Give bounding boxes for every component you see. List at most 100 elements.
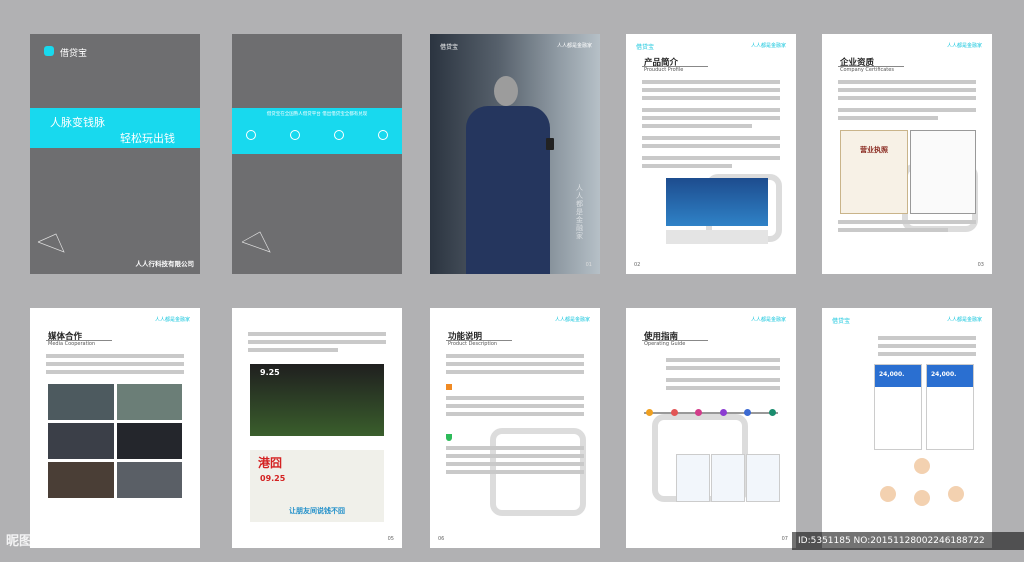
poster-2: 港囧 09.25 让朋友间说钱不囧 [250,450,384,522]
avatar [880,486,896,502]
body-text [666,366,780,370]
body-text [248,340,386,344]
cover-slogan-1: 人脉变钱脉 [50,116,105,129]
avatar [914,458,930,474]
avatar [914,490,930,506]
page-title-en: Operating Guide [644,341,686,347]
credit-page: 借贷宝 人人都是金融家 24,000. 24,000. [822,308,992,548]
header-logo: 借贷宝 [636,44,655,51]
page-title-en: Product Description [448,341,498,347]
catalog-preview: { "cover": {"logo": "借贷宝", "slogan1": "人… [0,0,1024,562]
photo-header-right: 人人都是金融家 [556,43,592,49]
poster-1-date: 9.25 [260,368,280,377]
header-right: 人人都是金融家 [154,317,190,323]
site-watermark: 昵图网 www.nipic.com [6,534,160,549]
page-title-en: Prouduct Profile [644,67,684,73]
license-title: 营业执照 [860,146,888,154]
photo-logo: 借贷宝 [440,44,459,51]
media-photo [116,384,182,420]
page-number: 07 [781,536,788,542]
body-text [46,370,184,374]
cert-caption [838,220,976,224]
media-page: 人人都是金融家 媒体合作 Media Cooperation [30,308,200,548]
event-caption [666,230,768,244]
header-right: 人人都是金融家 [750,43,786,49]
body-text [878,336,976,340]
avatar [948,486,964,502]
event-photo [666,178,768,226]
business-license: 营业执照 [840,130,908,214]
body-text [46,362,184,366]
constellation-icon [241,231,271,253]
businessman-suit [466,106,550,274]
credit-amount: 24,000. [931,371,957,378]
body-text [46,354,184,358]
body-text [446,446,584,450]
poster-2-banner: 让朋友间说钱不囧 [289,507,345,515]
page-number: 06 [438,536,445,542]
intro-page: 借贷宝 人人都是金融家 产品简介 Prouduct Profile 02 [626,34,796,274]
media-photo-grid [48,384,182,498]
step-dot [719,409,727,416]
photo-page: 借贷宝 人人都是金融家 人人都是金融家 01 [430,34,600,274]
step-dot [670,409,678,416]
feature-icon [334,130,344,140]
cover-company: 人人行科技有限公司 [135,260,195,268]
people-diagram [876,458,972,522]
back-cover-icons [246,130,388,140]
media-photo [116,462,182,498]
function-page: 人人都是金融家 功能说明 Product Description 06 [430,308,600,548]
media-photo [48,462,114,498]
poster-2-date: 09.25 [260,474,286,483]
feature-icon [378,130,388,140]
step-dot [695,409,703,416]
poster-2-title: 港囧 [258,456,283,470]
header-right: 人人都是金融家 [750,317,786,323]
body-text [878,352,976,356]
vertical-slogan: 人人都是金融家 [576,184,583,240]
step-dot [768,409,776,416]
header-right: 人人都是金融家 [946,317,982,323]
phone-screen [746,454,780,502]
app-screen-1: 24,000. [874,364,922,450]
body-text [446,362,584,366]
body-text [446,396,584,400]
body-text [446,470,584,474]
page-title-en: Company Certificates [840,67,894,73]
step-dots [646,409,776,416]
guide-page: 人人都是金融家 使用指南 Operating Guide 07 [626,308,796,548]
poster-1: 9.25 [250,364,384,436]
image-id-bar: ID:5351185 NO:20151128002246188722 [792,532,1024,550]
body-text [666,386,780,390]
phone-screen [676,454,710,502]
body-text [446,354,584,358]
phone-screens [676,454,780,502]
page-number: 02 [634,262,641,268]
phone-screen [711,454,745,502]
body-text [446,412,584,416]
license-document [910,130,976,214]
header-logo: 借贷宝 [832,318,851,325]
media-photo [48,384,114,420]
credit-amount: 24,000. [879,371,905,378]
certificates-page: 人人都是金融家 企业资质 Company Certificates 营业执照 0… [822,34,992,274]
body-text [666,358,780,362]
body-text [248,332,386,336]
step-dot [744,409,752,416]
cert-caption [838,228,948,232]
feature-icon [246,130,256,140]
body-text [446,454,584,458]
section-icon [446,384,452,390]
body-text [446,404,584,408]
body-text [446,370,584,374]
app-screen-2: 24,000. [926,364,974,450]
back-cover-banner: 借贷宝在全国熟人借贷平台 借出借贷宝全都有兑现 [266,112,368,117]
phone-icon [546,138,554,150]
body-text [248,348,338,352]
step-dot [646,409,653,416]
cover-slogan-2: 轻松玩出钱 [120,132,175,145]
businessman-head [494,76,518,106]
page-number: 03 [977,262,984,268]
body-text [878,344,976,348]
page-number: 01 [585,262,592,268]
